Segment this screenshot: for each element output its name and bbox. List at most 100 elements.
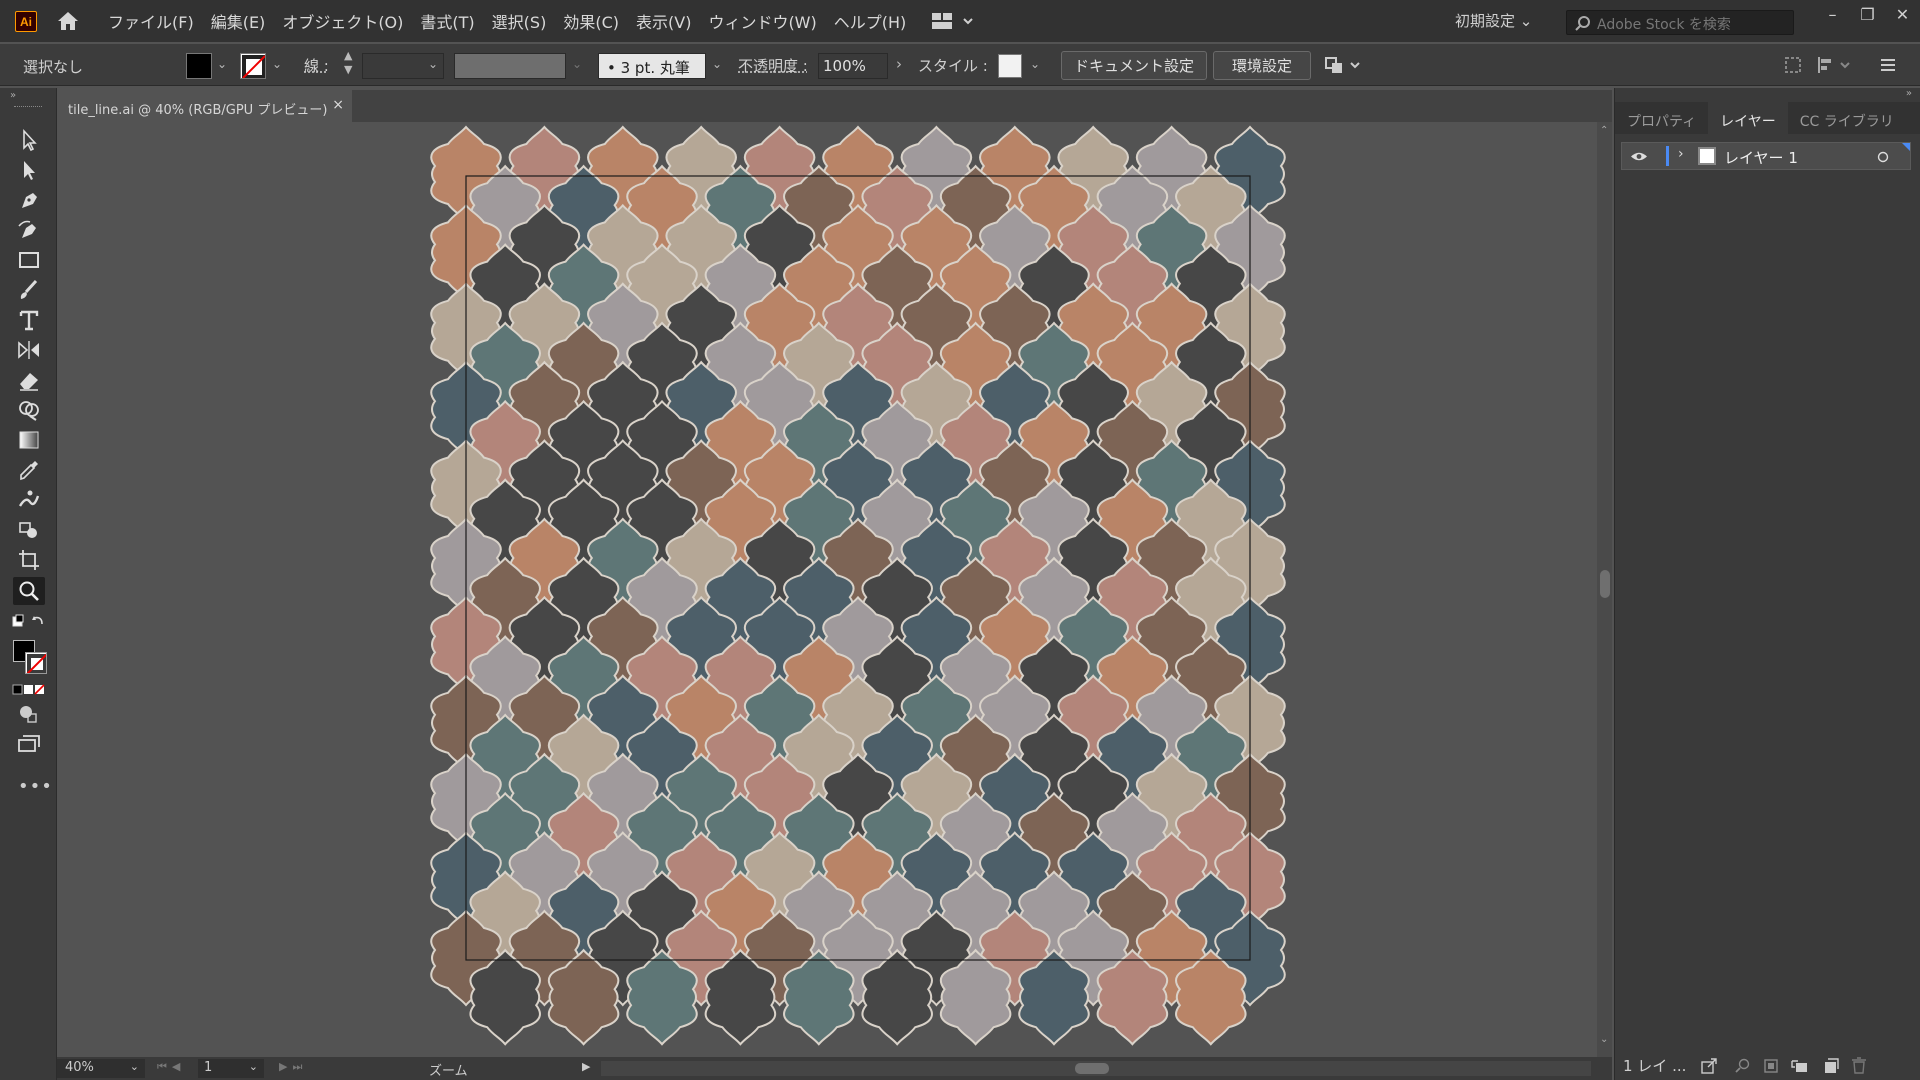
make-clipping-mask-icon[interactable] — [1763, 1058, 1779, 1074]
chevron-down-icon[interactable]: ⌄ — [712, 57, 722, 71]
menu-type[interactable]: 書式(T) — [420, 9, 474, 33]
current-tool-status: ズーム — [429, 1064, 468, 1079]
fill-swatch[interactable] — [186, 53, 212, 79]
shape-builder-tool-icon[interactable] — [16, 398, 42, 422]
scroll-up-icon[interactable]: ⌃ — [1600, 125, 1608, 136]
opacity-field[interactable]: 100% — [818, 53, 888, 79]
panel-menu-icon[interactable] — [1880, 57, 1896, 73]
stock-search-placeholder: Adobe Stock を検索 — [1597, 17, 1731, 33]
close-icon[interactable]: × — [332, 97, 344, 113]
control-bar: 選択なし ⌄ ⌄ 線 : ▲ ▼ ⌄ ⌄ • 3 pt. 丸筆 ⌄ 不透明度 : … — [0, 44, 1920, 86]
tab-layers[interactable]: レイヤー — [1708, 102, 1788, 134]
maximize-icon[interactable]: ❐ — [1850, 5, 1885, 24]
delete-layer-icon[interactable] — [1851, 1057, 1867, 1074]
tab-properties[interactable]: プロパティ — [1615, 102, 1708, 134]
vertical-scroll-thumb[interactable] — [1600, 570, 1610, 598]
close-window-icon[interactable]: ✕ — [1885, 5, 1920, 24]
drawing-modes-icon[interactable] — [16, 702, 42, 726]
brush-definition[interactable]: • 3 pt. 丸筆 — [598, 53, 706, 79]
document-setup-button[interactable]: ドキュメント設定 — [1061, 51, 1207, 80]
zoom-tool-button[interactable] — [13, 577, 45, 605]
stroke-stepper-icon[interactable]: ▲ ▼ — [344, 49, 352, 77]
next-last-artboard-icons[interactable]: ▶⏭ — [279, 1060, 307, 1074]
rectangle-tool-icon[interactable] — [16, 248, 42, 272]
workspace-preset[interactable]: 初期設定 ⌄ — [1455, 10, 1532, 31]
curvature-tool-icon[interactable] — [16, 218, 42, 242]
scroll-down-icon[interactable]: ⌄ — [1600, 1034, 1608, 1045]
paintbrush-tool-icon[interactable] — [16, 278, 42, 302]
screen-mode-icon[interactable] — [16, 731, 42, 755]
document-tab-title: tile_line.ai @ 40% (RGB/GPU プレビュー) — [68, 103, 328, 118]
expand-layer-icon[interactable]: › — [1678, 146, 1684, 162]
chevron-down-icon[interactable]: ⌄ — [217, 57, 227, 71]
color-mode-icons[interactable] — [12, 684, 46, 696]
edit-toolbar-icon[interactable]: ••• — [18, 776, 53, 797]
menu-view[interactable]: 表示(V) — [636, 9, 691, 33]
arrange-icon[interactable] — [1325, 55, 1363, 75]
direct-selection-tool-icon[interactable] — [16, 158, 42, 182]
stroke-swatch[interactable] — [240, 53, 266, 79]
menu-object[interactable]: オブジェクト(O) — [282, 9, 403, 33]
create-sublayer-icon[interactable] — [1791, 1058, 1809, 1074]
type-tool-icon[interactable] — [16, 308, 42, 332]
variable-width-profile[interactable] — [454, 53, 566, 79]
tab-cc-libraries[interactable]: CC ライブラリ — [1788, 102, 1906, 134]
menu-edit[interactable]: 編集(E) — [211, 9, 266, 33]
visibility-eye-icon[interactable] — [1630, 151, 1648, 162]
transform-icon[interactable] — [1784, 56, 1802, 74]
vertical-scrollbar[interactable]: ⌃ ⌄ — [1597, 122, 1612, 1057]
menu-file[interactable]: ファイル(F) — [108, 9, 194, 33]
menu-window[interactable]: ウィンドウ(W) — [708, 9, 816, 33]
layers-panel: » プロパティ レイヤー CC ライブラリ › レイヤー 1 1 レイ ... — [1614, 88, 1920, 1080]
artboard-number-field[interactable]: 1 ⌄ — [198, 1059, 264, 1078]
puppet-warp-tool-icon[interactable] — [16, 488, 42, 512]
eyedropper-tool-icon[interactable] — [16, 458, 42, 482]
canvas-area[interactable] — [57, 122, 1597, 1057]
chevron-down-icon[interactable]: ⌄ — [272, 57, 282, 71]
arrange-documents-icon[interactable] — [932, 12, 978, 30]
gradient-tool-icon[interactable] — [16, 428, 42, 452]
artboard-tool-icon[interactable] — [16, 548, 42, 572]
menu-select[interactable]: 選択(S) — [492, 9, 547, 33]
layer-count: 1 レイ ... — [1623, 1057, 1687, 1075]
swap-fill-stroke-icon[interactable] — [12, 614, 46, 630]
document-tab[interactable]: tile_line.ai @ 40% (RGB/GPU プレビュー) × — [57, 90, 352, 122]
opacity-label[interactable]: 不透明度 : — [738, 55, 808, 76]
chevron-down-icon[interactable]: ⌄ — [1030, 57, 1040, 71]
stock-search-field[interactable]: Adobe Stock を検索 — [1566, 10, 1794, 35]
chevron-right-icon[interactable]: › — [896, 55, 902, 73]
reflect-tool-icon[interactable] — [16, 338, 42, 362]
zoom-level-field[interactable]: 40% ⌄ — [57, 1059, 145, 1078]
stroke-color-box[interactable] — [25, 652, 47, 674]
chevron-down-icon[interactable]: ⌄ — [572, 57, 582, 71]
home-icon[interactable] — [56, 10, 80, 32]
toolbar-grip[interactable] — [14, 106, 42, 109]
status-menu-icon[interactable]: ▶ — [582, 1060, 590, 1073]
layer-name[interactable]: レイヤー 1 — [1724, 147, 1798, 168]
tile-artwork[interactable] — [57, 122, 1597, 1057]
layer-color-indicator — [1666, 146, 1669, 166]
stroke-label[interactable]: 線 : — [304, 55, 329, 76]
collapse-toolbar-icon[interactable]: » — [10, 90, 16, 101]
collapse-panel-icon[interactable]: » — [1906, 88, 1912, 99]
graphic-style-swatch[interactable] — [998, 54, 1022, 78]
chevron-down-icon[interactable]: ⌄ — [428, 57, 438, 71]
horizontal-scrollbar[interactable] — [601, 1061, 1591, 1076]
layer-row[interactable]: › レイヤー 1 — [1621, 142, 1911, 170]
pen-tool-icon[interactable] — [16, 188, 42, 212]
minimize-icon[interactable]: – — [1815, 5, 1850, 24]
first-prev-artboard-icons[interactable]: ⏮◀ — [157, 1060, 185, 1074]
horizontal-scroll-thumb[interactable] — [1075, 1063, 1109, 1074]
menu-help[interactable]: ヘルプ(H) — [834, 9, 907, 33]
collect-for-export-icon[interactable] — [1701, 1058, 1717, 1074]
locate-object-icon[interactable] — [1735, 1058, 1751, 1074]
target-circle-icon[interactable] — [1877, 151, 1889, 163]
eraser-tool-icon[interactable] — [16, 368, 42, 392]
create-new-layer-icon[interactable] — [1823, 1058, 1839, 1074]
selection-tool-icon[interactable] — [16, 128, 42, 152]
document-tab-bar: tile_line.ai @ 40% (RGB/GPU プレビュー) × — [57, 90, 1612, 122]
align-icon[interactable] — [1817, 56, 1853, 74]
preferences-button[interactable]: 環境設定 — [1213, 51, 1311, 80]
symbol-sprayer-tool-icon[interactable] — [16, 518, 42, 542]
menu-effect[interactable]: 効果(C) — [563, 9, 619, 33]
